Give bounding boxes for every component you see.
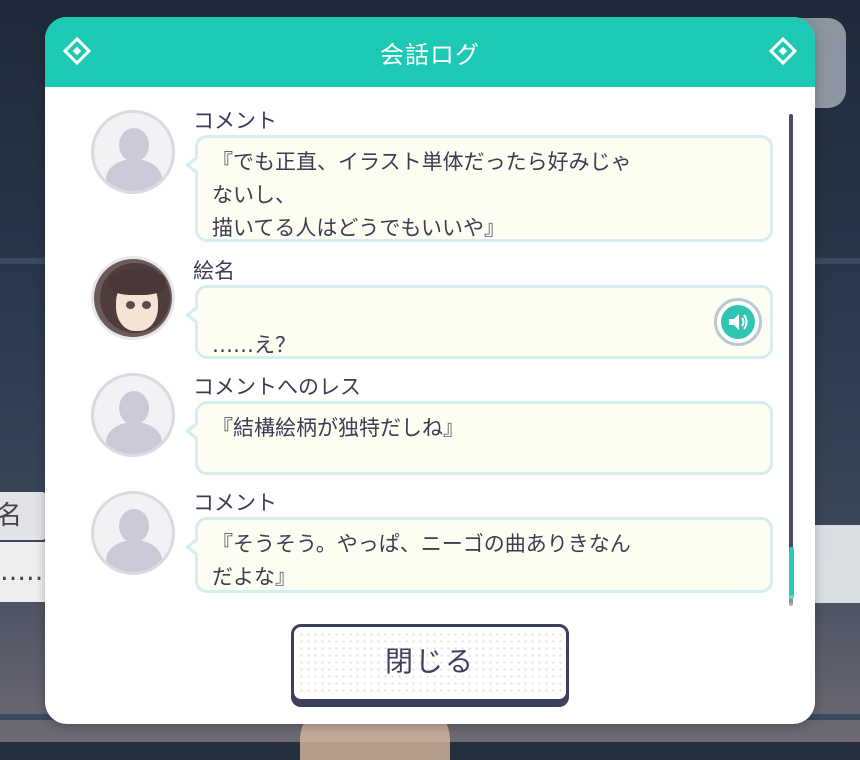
conversation-log-dialog: 会話ログ コメント 『でも正直、イラスト単体だったら好みじゃ ないし、 描いてる… — [45, 17, 815, 724]
voice-play-button[interactable] — [714, 298, 762, 346]
background-text-box: …… — [0, 542, 46, 602]
speaker-name: 絵名 — [193, 259, 235, 283]
close-button[interactable]: 閉じる — [291, 624, 569, 702]
speech-text: ……え？ — [212, 333, 296, 357]
speech-bubble: 『でも正直、イラスト単体だったら好みじゃ ないし、 描いてる人はどうでもいいや』 — [185, 135, 773, 242]
placeholder-avatar — [91, 491, 175, 575]
ena-avatar — [91, 256, 175, 340]
list-fade — [45, 595, 815, 619]
placeholder-avatar — [91, 373, 175, 457]
dialog-title: 会話ログ — [380, 41, 480, 69]
dialog-header: 会話ログ — [45, 17, 815, 87]
scrollbar-track[interactable] — [789, 114, 793, 606]
speaker-name: コメント — [193, 491, 277, 515]
close-button-label: 閉じる — [384, 645, 475, 678]
scrollbar-thumb[interactable] — [789, 547, 794, 599]
speaker-name: コメントへのレス — [193, 375, 361, 399]
log-list[interactable]: コメント 『でも正直、イラスト単体だったら好みじゃ ないし、 描いてる人はどうで… — [45, 105, 815, 607]
speech-bubble: 『結構絵柄が独特だしね』 — [185, 401, 773, 475]
speaker-name: コメント — [193, 109, 277, 133]
speaker-icon — [729, 314, 748, 330]
speech-bubble: ……え？ — [185, 285, 773, 359]
placeholder-avatar — [91, 110, 175, 194]
background-name-box: 名 — [0, 492, 46, 540]
background-panel — [815, 525, 860, 603]
speech-bubble: 『そうそう。やっぱ、ニーゴの曲ありきなん だよな』 — [185, 517, 773, 593]
